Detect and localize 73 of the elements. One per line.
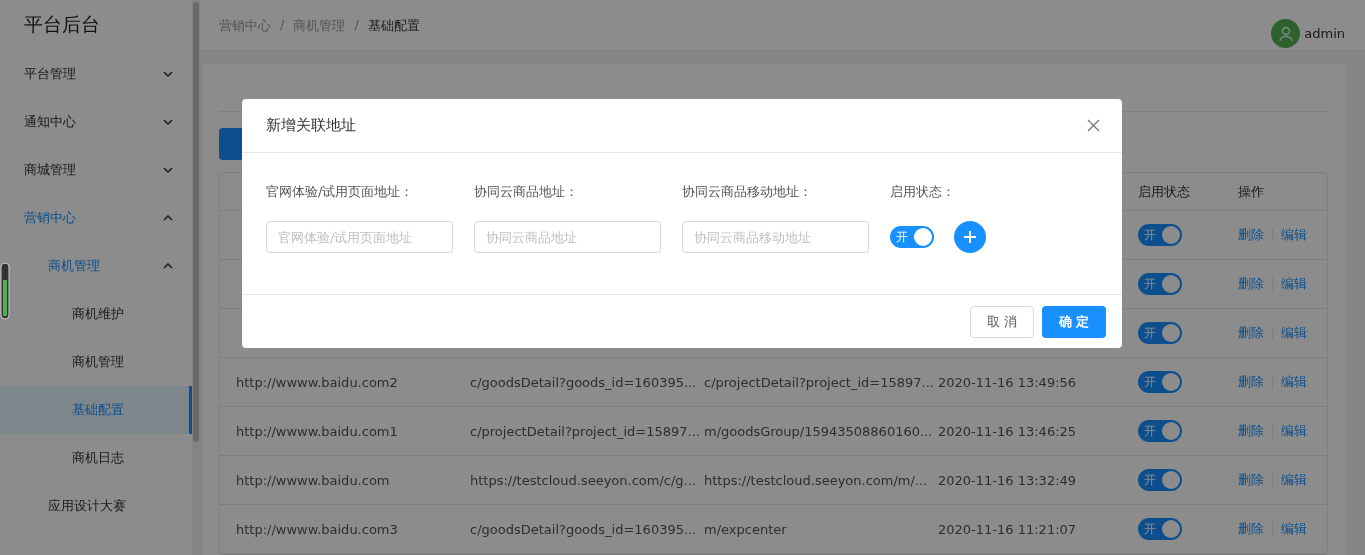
sidebar-item[interactable]: 商机管理 [0,338,192,386]
chevron-icon [163,215,173,221]
status-toggle[interactable]: 开 [1138,469,1182,491]
table-cell-text: 2020-11-16 13:46:25 [938,423,1078,439]
table-cell-text: c/goodsDetail?goods_id=160395... [470,521,698,537]
edit-link[interactable]: 编辑 [1281,471,1307,489]
sidebar-item[interactable]: 应用设计大赛 [0,482,192,530]
sidebar-item[interactable]: 平台管理 [0,50,192,98]
sidebar-item[interactable]: 营销中心 [0,194,192,242]
field-label: 协同云商品移动地址： [682,183,813,201]
field-label: 官网体验/试用页面地址： [266,183,415,201]
user-name[interactable]: admin [1304,26,1345,41]
field-label: 协同云商品地址： [474,183,579,201]
chevron-icon [163,167,173,173]
table-cell-text: m/goodsGroup/15943508860160... [704,423,934,439]
input-field[interactable]: 协同云商品地址 [474,221,661,253]
table-cell-text: https://testcloud.seeyon.com/c/g... [470,472,697,488]
level-meter-icon [0,262,10,320]
breadcrumb-separator: / [280,17,285,34]
edit-link[interactable]: 编辑 [1281,275,1307,293]
status-toggle[interactable]: 开 [890,226,934,248]
delete-link[interactable]: 删除 [1238,520,1264,538]
table-cell-text: c/projectDetail?project_id=15897... [704,374,935,390]
chevron-icon [163,71,173,77]
status-toggle[interactable]: 开 [1138,322,1182,344]
table-cell-text: c/projectDetail?project_id=15897... [470,423,701,439]
chevron-icon [163,263,173,269]
edit-link[interactable]: 编辑 [1281,520,1307,538]
sidebar-item[interactable]: 基础配置 [0,386,192,434]
cancel-button[interactable]: 取 消 [970,305,1034,338]
table-cell-text: http://wwww.baidu.com [236,472,391,488]
close-icon[interactable] [1087,119,1100,132]
confirm-button[interactable]: 确 定 [1042,305,1106,338]
status-toggle[interactable]: 开 [1138,273,1182,295]
sidebar-item[interactable]: 商机日志 [0,434,192,482]
edit-link[interactable]: 编辑 [1281,324,1307,342]
status-toggle[interactable]: 开 [1138,518,1182,540]
delete-link[interactable]: 删除 [1238,422,1264,440]
table-cell-text: http://wwww.baidu.com2 [236,374,399,390]
delete-link[interactable]: 删除 [1238,324,1264,342]
edit-link[interactable]: 编辑 [1281,422,1307,440]
input-field[interactable]: 官网体验/试用页面地址 [266,221,453,253]
scrollbar-thumb[interactable] [193,2,199,442]
field-label: 启用状态： [890,183,956,201]
delete-link[interactable]: 删除 [1238,226,1264,244]
status-toggle[interactable]: 开 [1138,371,1182,393]
user-avatar-icon[interactable] [1271,19,1301,48]
table-cell-text: c/goodsDetail?goods_id=160395... [470,374,698,390]
table-cell-text: 2020-11-16 13:49:56 [938,374,1078,390]
edit-link[interactable]: 编辑 [1281,226,1307,244]
table-cell-text: m/expcenter [704,521,788,537]
status-toggle[interactable]: 开 [1138,224,1182,246]
table-cell-text: 2020-11-16 11:21:07 [938,521,1078,537]
sidebar-item[interactable]: 通知中心 [0,98,192,146]
table-cell-text: 2020-11-16 13:32:49 [938,472,1078,488]
breadcrumb-item: 基础配置 [367,17,420,35]
column-header: 操作 [1238,182,1265,201]
chevron-icon [163,119,173,125]
delete-link[interactable]: 删除 [1238,373,1264,391]
table-cell-text: http://wwww.baidu.com3 [236,521,399,537]
column-header: 启用状态 [1138,182,1191,201]
edit-link[interactable]: 编辑 [1281,373,1307,391]
breadcrumb-separator: / [354,17,359,34]
table-cell-text: http://wwww.baidu.com1 [236,423,399,439]
input-field[interactable]: 协同云商品移动地址 [682,221,869,253]
delete-link[interactable]: 删除 [1238,275,1264,293]
app-title: 平台后台 [23,12,101,37]
delete-link[interactable]: 删除 [1238,471,1264,489]
table-cell-text: https://testcloud.seeyon.com/m/... [704,472,929,488]
sidebar-item[interactable]: 商城管理 [0,146,192,194]
modal-title: 新增关联地址 [266,116,356,135]
status-toggle[interactable]: 开 [1138,420,1182,442]
add-icon[interactable] [954,221,986,253]
